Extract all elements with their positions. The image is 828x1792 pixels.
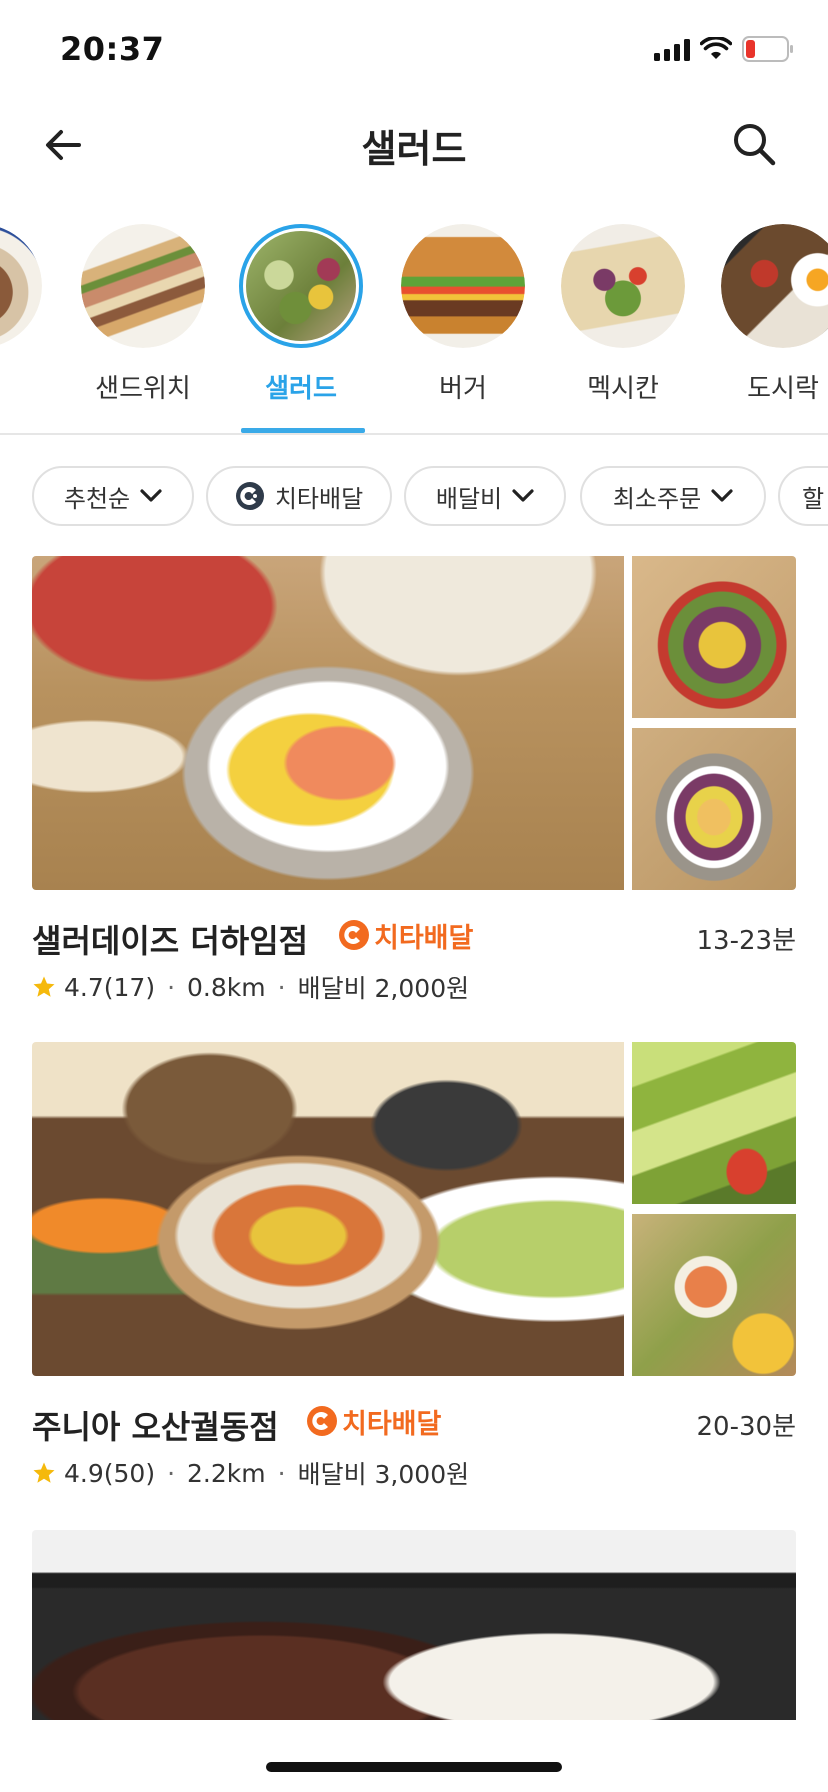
category-label: 샌드위치 — [95, 374, 191, 404]
delivery-time: 13-23분 — [696, 926, 796, 956]
separator-dot: · — [167, 972, 176, 1002]
battery-low-icon — [742, 36, 793, 62]
separator-dot: · — [277, 972, 286, 1002]
restaurant-side-photo — [632, 728, 796, 890]
search-icon — [734, 124, 776, 166]
chevron-down-icon — [140, 489, 162, 502]
separator-dot: · — [277, 1458, 286, 1488]
restaurant-name: 주니아 오산궐동점 — [32, 1408, 279, 1446]
cheetah-logo-icon — [339, 920, 369, 950]
category-label: 버거 — [439, 374, 487, 404]
sort-filter-label: 추천순 — [63, 484, 131, 513]
status-time: 20:37 — [60, 30, 165, 68]
status-bar: 20:37 — [0, 0, 828, 100]
sandwich-photo-icon — [81, 224, 205, 348]
top-header: 샐러드 — [0, 100, 828, 190]
restaurant-meta: 4.7(17) · 0.8km · 배달비 2,000원 — [32, 970, 469, 1004]
distance: 0.8km — [187, 972, 266, 1002]
restaurant-card[interactable]: 주니아 오산궐동점 치타배달 20-30분 4.9(50) · 2.2km · … — [32, 1042, 796, 1492]
discount-filter-label: 할 — [802, 484, 825, 513]
cheetah-badge-label: 치타배달 — [374, 922, 474, 954]
burger-photo-icon — [401, 224, 525, 348]
category-strip[interactable]: 안 샌드위치 샐러드 버거 멕시칸 도시락 — [0, 222, 828, 434]
distance: 2.2km — [187, 1458, 266, 1488]
delivery-time: 20-30분 — [696, 1412, 796, 1442]
chevron-down-icon — [711, 489, 733, 502]
star-icon — [33, 976, 55, 997]
cheetah-badge: 치타배달 — [338, 918, 474, 954]
filter-bar: 추천순 치타배달 배달비 최소주문 할 — [32, 466, 828, 526]
cheetah-logo-icon — [307, 1406, 337, 1436]
category-label: 멕시칸 — [587, 374, 659, 404]
rice-bowl-photo-icon — [0, 224, 42, 348]
category-item-rice[interactable]: 안 — [0, 222, 45, 434]
delivery-fee: 배달비 3,000원 — [297, 1460, 470, 1489]
restaurant-side-photo — [632, 556, 796, 718]
chevron-down-icon — [512, 489, 534, 502]
category-label: 안 — [0, 368, 65, 405]
cheetah-badge-label: 치타배달 — [342, 1408, 442, 1440]
page-title: 샐러드 — [361, 127, 467, 171]
restaurant-card[interactable]: 샐러데이즈 더하임점 치타배달 13-23분 4.7(17) · 0.8km ·… — [32, 556, 796, 1006]
restaurant-card[interactable] — [32, 1530, 796, 1720]
home-indicator — [266, 1762, 562, 1772]
discount-filter-chip[interactable]: 할 — [778, 466, 828, 526]
category-item-mexican[interactable]: 멕시칸 — [558, 222, 688, 434]
category-label: 도시락 — [747, 374, 819, 404]
lunchbox-photo-icon — [721, 224, 828, 348]
rating: 4.9(50) — [64, 1458, 156, 1488]
category-divider — [0, 433, 828, 435]
restaurant-meta: 4.9(50) · 2.2km · 배달비 3,000원 — [32, 1456, 469, 1490]
salad-photo-icon — [239, 224, 363, 348]
delivery-fee-filter-label: 배달비 — [435, 484, 503, 513]
category-item-sandwich[interactable]: 샌드위치 — [78, 222, 208, 434]
min-order-filter-label: 최소주문 — [612, 484, 702, 513]
delivery-fee-filter-chip[interactable]: 배달비 — [404, 466, 566, 526]
cheetah-logo-icon — [235, 482, 264, 510]
restaurant-main-photo — [32, 556, 624, 890]
restaurant-main-photo — [32, 1042, 624, 1376]
rating: 4.7(17) — [64, 972, 156, 1002]
separator-dot: · — [167, 1458, 176, 1488]
wifi-icon — [700, 37, 732, 59]
category-item-lunchbox[interactable]: 도시락 — [718, 222, 828, 434]
taco-photo-icon — [561, 224, 685, 348]
min-order-filter-chip[interactable]: 최소주문 — [580, 466, 766, 526]
category-label: 샐러드 — [265, 374, 337, 404]
star-icon — [33, 1462, 55, 1483]
search-button[interactable] — [728, 118, 780, 170]
cheetah-filter-label: 치타배달 — [274, 484, 364, 513]
cheetah-badge: 치타배달 — [306, 1404, 442, 1440]
restaurant-main-photo — [32, 1530, 796, 1720]
cheetah-filter-chip[interactable]: 치타배달 — [206, 466, 392, 526]
category-item-salad[interactable]: 샐러드 — [236, 222, 366, 434]
delivery-fee: 배달비 2,000원 — [297, 974, 470, 1003]
cellular-signal-icon — [654, 37, 690, 61]
sort-filter-chip[interactable]: 추천순 — [32, 466, 194, 526]
category-item-burger[interactable]: 버거 — [398, 222, 528, 434]
restaurant-side-photo — [632, 1042, 796, 1204]
restaurant-side-photo — [632, 1214, 796, 1376]
restaurant-name: 샐러데이즈 더하임점 — [32, 922, 309, 960]
status-icons — [654, 34, 794, 64]
